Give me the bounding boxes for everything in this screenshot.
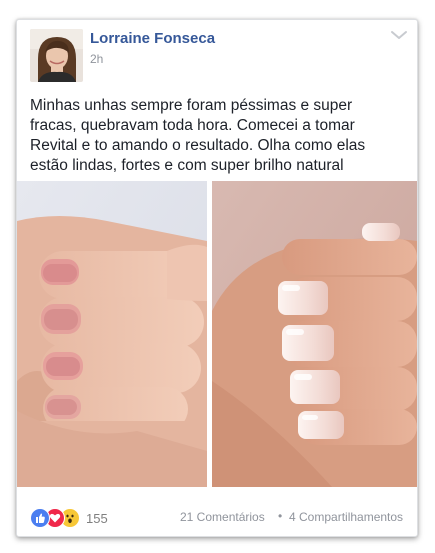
photo-before[interactable] xyxy=(17,181,207,487)
shares-count[interactable]: 4 Compartilhamentos xyxy=(289,510,403,524)
post-timestamp[interactable]: 2h xyxy=(90,52,103,66)
author-name[interactable]: Lorraine Fonseca xyxy=(90,30,215,47)
post-text: Minhas unhas sempre foram péssimas e sup… xyxy=(30,96,400,176)
post-footer: 155 21 Comentários • 4 Compartilhamentos xyxy=(17,487,417,536)
chevron-down-icon[interactable] xyxy=(390,28,408,40)
post-card: Lorraine Fonseca 2h Minhas unhas sempre … xyxy=(16,19,418,537)
thumbs-up-icon xyxy=(30,508,50,528)
separator-dot: • xyxy=(278,509,283,523)
photo-after[interactable] xyxy=(212,181,417,487)
reactions-summary[interactable]: 155 xyxy=(30,508,108,528)
author-avatar[interactable] xyxy=(30,29,83,82)
reaction-count[interactable]: 155 xyxy=(86,511,108,526)
comments-count[interactable]: 21 Comentários xyxy=(180,510,265,524)
post-body: Minhas unhas sempre foram péssimas e sup… xyxy=(30,97,366,174)
